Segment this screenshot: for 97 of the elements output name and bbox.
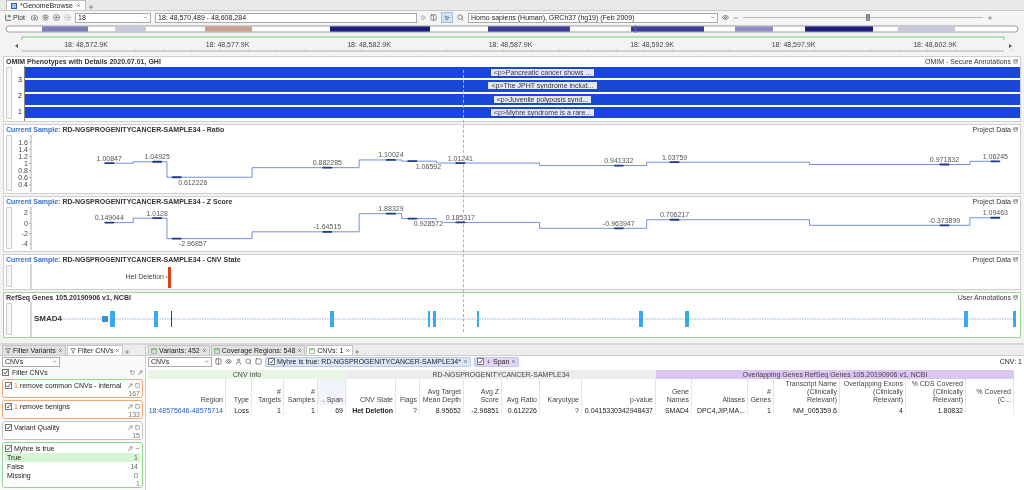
camera-icon[interactable] (31, 14, 39, 21)
segment-marker (990, 160, 1001, 163)
zoom-in-icon[interactable] (987, 14, 994, 21)
segment-marker (152, 217, 163, 220)
reset-icon[interactable] (130, 370, 135, 375)
segment-marker (939, 224, 950, 227)
segment-marker (613, 164, 624, 167)
wrench-icon[interactable] (128, 404, 133, 409)
chevron-down-icon (204, 359, 209, 364)
close-icon[interactable] (201, 348, 207, 353)
chevron-down-icon (710, 15, 716, 20)
pointer-icon (444, 14, 451, 21)
database-icon[interactable] (1013, 295, 1018, 300)
scroll-left-icon[interactable] (15, 44, 18, 48)
segment-marker (455, 162, 466, 164)
segment-marker (104, 221, 115, 224)
database-icon[interactable] (1013, 127, 1018, 132)
chevron-down-icon (52, 359, 57, 364)
eye-icon[interactable] (225, 358, 232, 365)
new-tab-icon[interactable] (87, 4, 94, 10)
database-icon[interactable] (1013, 257, 1018, 262)
collapse-icon[interactable] (135, 446, 140, 451)
segment-marker (990, 216, 1001, 219)
track-scrollbar[interactable] (6, 207, 12, 249)
track-scrollbar[interactable] (6, 303, 12, 335)
sort-icon (486, 359, 491, 364)
panel-icon[interactable] (255, 358, 262, 365)
wrench-icon[interactable] (128, 446, 133, 451)
y-axis (30, 264, 32, 289)
columns-icon[interactable] (215, 358, 222, 365)
search-icon[interactable] (245, 358, 252, 365)
checkbox[interactable] (2, 369, 9, 376)
back-icon[interactable] (53, 14, 61, 21)
checkbox[interactable] (5, 403, 12, 410)
close-icon[interactable] (115, 348, 121, 353)
close-icon[interactable] (463, 359, 468, 364)
track-scrollbar[interactable] (6, 67, 12, 119)
checkbox[interactable] (268, 358, 275, 365)
eye-icon[interactable] (722, 14, 730, 21)
segment-marker (407, 160, 418, 163)
segment-marker (152, 160, 163, 163)
segment-marker (669, 161, 680, 164)
checkbox[interactable] (5, 382, 12, 389)
wrench-icon[interactable] (128, 425, 133, 430)
segment-marker (407, 217, 418, 220)
close-icon[interactable] (57, 348, 63, 353)
segment-marker (104, 162, 115, 165)
user-icon[interactable] (235, 358, 242, 365)
chevron-down-icon (143, 15, 149, 20)
y-axis (28, 134, 32, 193)
funnel-icon (5, 347, 11, 354)
tick-mark (164, 276, 169, 278)
export-icon[interactable] (430, 14, 438, 21)
go-icon[interactable] (421, 15, 427, 20)
checkbox[interactable] (5, 445, 12, 452)
gene-model-drawing[interactable] (61, 311, 1016, 327)
add-tab-icon[interactable] (124, 349, 131, 355)
forward-icon[interactable] (64, 14, 72, 21)
segment-marker (669, 218, 680, 221)
database-icon[interactable] (1013, 59, 1018, 64)
settings-icon[interactable] (42, 14, 50, 21)
y-axis (28, 206, 32, 251)
checkbox[interactable] (477, 358, 484, 365)
chart-plus-icon (5, 14, 12, 21)
segment-marker (613, 227, 624, 230)
search-icon[interactable] (457, 14, 465, 21)
pointer-tool[interactable] (441, 12, 454, 23)
table-icon (213, 347, 220, 354)
segment-marker (455, 221, 466, 224)
segment-marker (171, 237, 182, 240)
track-scrollbar[interactable] (6, 135, 12, 191)
gene-name: SMAD4 (34, 314, 62, 323)
wrench-icon[interactable] (128, 383, 133, 388)
database-icon[interactable] (1013, 199, 1018, 204)
segment-marker (171, 176, 182, 179)
segment-marker (385, 159, 396, 161)
wrench-icon[interactable] (138, 370, 143, 375)
segment-marker (939, 163, 950, 166)
y-axis (30, 302, 32, 337)
scroll-right-icon[interactable] (1009, 44, 1012, 48)
close-icon[interactable] (75, 3, 81, 8)
genome-icon (11, 2, 17, 9)
segment-marker (322, 230, 333, 233)
zoom-out-icon[interactable] (733, 14, 740, 21)
funnel-icon (69, 347, 76, 354)
segment-marker (385, 212, 396, 215)
sort-icon (320, 399, 326, 404)
close-icon[interactable] (345, 348, 351, 353)
slider-thumb[interactable] (865, 14, 870, 21)
close-icon[interactable] (297, 348, 303, 353)
segment-marker (322, 166, 333, 169)
close-icon[interactable] (511, 359, 517, 364)
track-scrollbar[interactable] (6, 265, 12, 287)
add-tab-icon[interactable] (354, 349, 361, 355)
table-icon (151, 347, 157, 354)
checkbox[interactable] (5, 424, 12, 431)
table-icon (309, 347, 316, 354)
